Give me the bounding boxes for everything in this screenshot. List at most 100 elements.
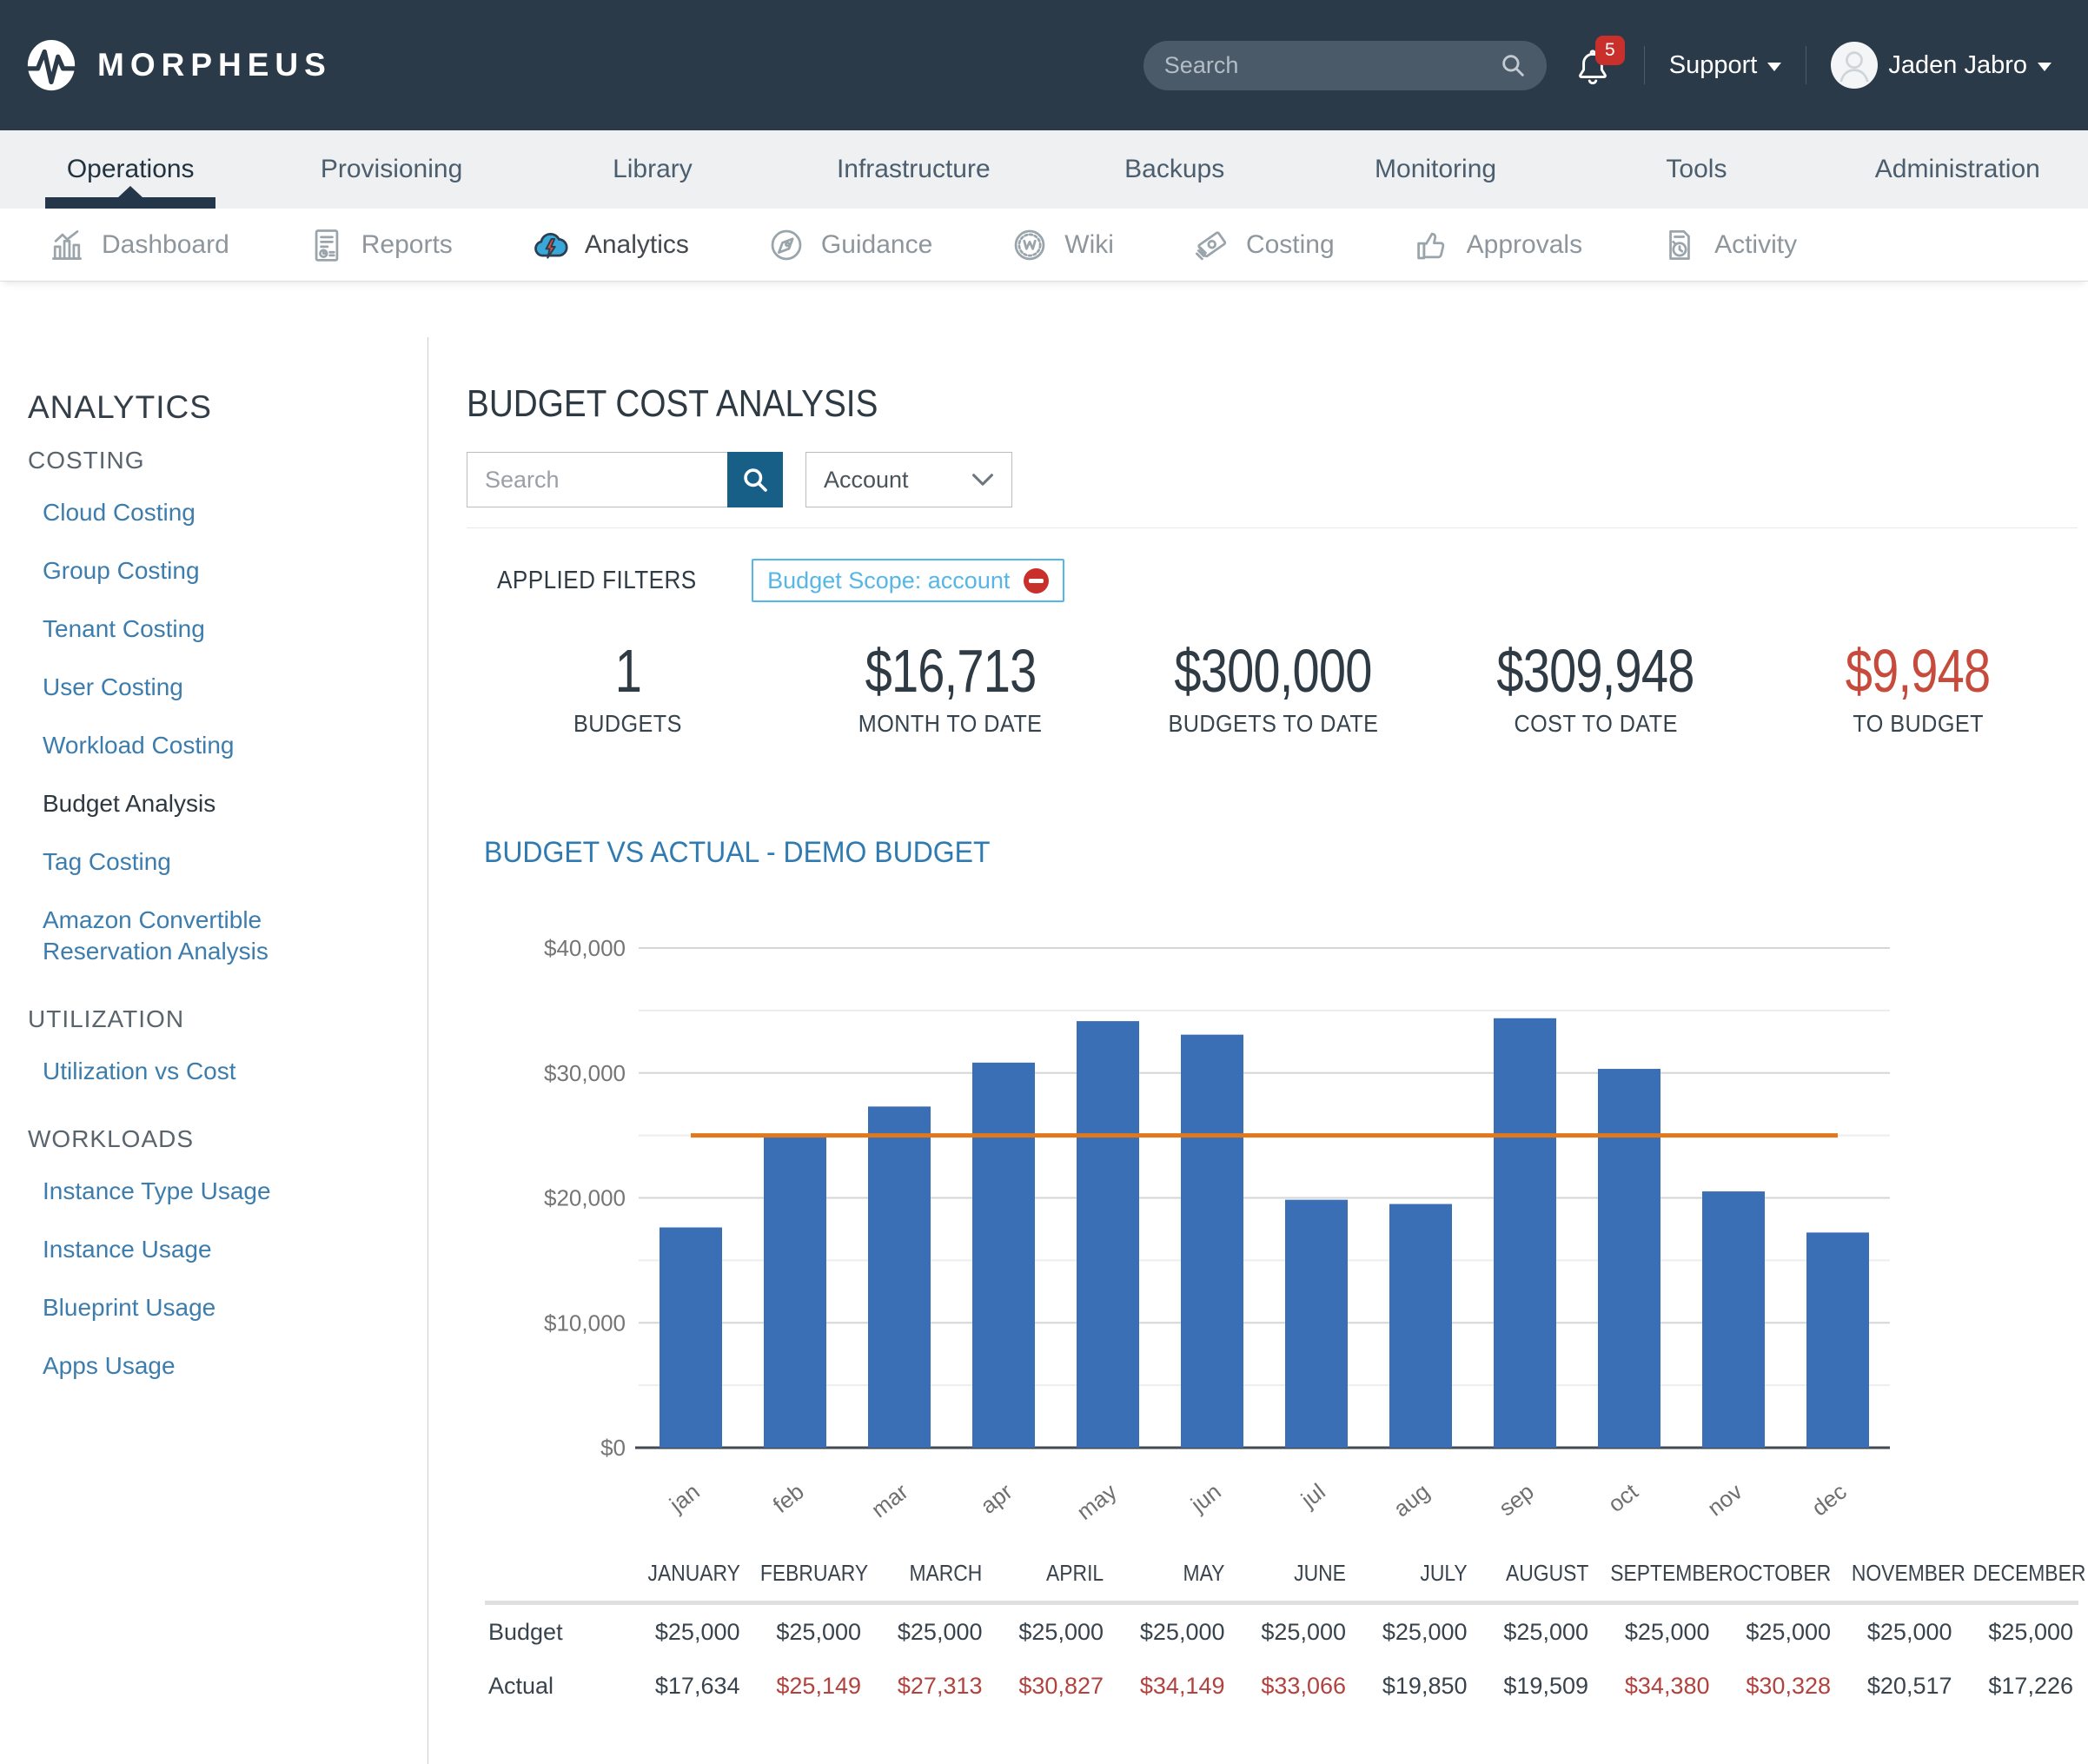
bar-may (1077, 1021, 1139, 1448)
table-row-budget: Budget$25,000$25,000$25,000$25,000$25,00… (485, 1603, 2078, 1660)
budget-search-input[interactable] (467, 452, 727, 507)
month-column-header: JULY (1351, 1550, 1473, 1603)
sidebar-item-tenant-costing[interactable]: Tenant Costing (43, 613, 386, 645)
table-cell: $19,850 (1351, 1659, 1473, 1713)
dashboard-icon (48, 226, 86, 264)
month-column-header: MAY (1109, 1550, 1230, 1603)
stat-label: BUDGETS TO DATE (1111, 710, 1434, 738)
global-search (1143, 41, 1547, 90)
search-icon[interactable] (1498, 50, 1528, 80)
table-row-actual: Actual$17,634$25,149$27,313$30,827$34,14… (485, 1659, 2078, 1713)
tab-library[interactable]: Library (522, 130, 783, 209)
stat-value: $16,713 (865, 639, 1036, 703)
table-cell: $25,000 (746, 1603, 867, 1660)
subnav-item-guidance[interactable]: Guidance (767, 226, 932, 264)
sidebar-item-apps-usage[interactable]: Apps Usage (43, 1350, 386, 1382)
month-column-header: JANUARY (624, 1550, 746, 1603)
subnav-item-analytics[interactable]: Analytics (531, 226, 689, 264)
sidebar-item-utilization-vs-cost[interactable]: Utilization vs Cost (43, 1056, 386, 1087)
applied-filters-row: APPLIED FILTERS Budget Scope: account (497, 558, 1064, 603)
sidebar: ANALYTICS COSTINGCloud CostingGroup Cost… (28, 389, 401, 1409)
subnav-item-costing[interactable]: Costing (1192, 226, 1335, 264)
bar-jul (1285, 1200, 1348, 1448)
month-column-header: AUGUST (1473, 1550, 1594, 1603)
user-menu[interactable]: Jaden Jabro (1831, 42, 2052, 89)
subnav-item-wiki[interactable]: Wiki (1011, 226, 1114, 264)
bar-nov (1702, 1191, 1765, 1448)
x-tick-label: jan (664, 1478, 705, 1518)
month-column-header: JUNE (1230, 1550, 1352, 1603)
stat-label: TO BUDGET (1757, 710, 2079, 738)
table-cell: $25,000 (1109, 1603, 1230, 1660)
tab-provisioning[interactable]: Provisioning (261, 130, 521, 209)
budget-search (467, 452, 783, 507)
sidebar-item-instance-type-usage[interactable]: Instance Type Usage (43, 1176, 386, 1207)
month-column-header: FEBRUARY (746, 1550, 867, 1603)
reports-icon (308, 226, 346, 264)
svg-text:$10,000: $10,000 (544, 1310, 626, 1336)
month-column-header: OCTOBER (1715, 1550, 1837, 1603)
scope-select[interactable]: Account (805, 452, 1012, 507)
x-tick-label: nov (1702, 1478, 1747, 1521)
tab-administration[interactable]: Administration (1827, 130, 2088, 209)
sidebar-item-amazon-convertible-reservation-analysis[interactable]: Amazon Convertible Reservation Analysis (43, 905, 386, 967)
subnav-item-approvals[interactable]: Approvals (1413, 226, 1582, 264)
bar-jun (1181, 1035, 1243, 1448)
table-cell: $34,380 (1594, 1659, 1715, 1713)
table-header-row: JANUARYFEBRUARYMARCHAPRILMAYJUNEJULYAUGU… (485, 1550, 2078, 1603)
svg-text:$30,000: $30,000 (544, 1060, 626, 1086)
global-search-input[interactable] (1163, 51, 1498, 80)
section-divider (467, 527, 2078, 528)
row-label: Budget (485, 1603, 624, 1660)
table-cell: $20,517 (1836, 1659, 1958, 1713)
table-cell: $25,000 (866, 1603, 988, 1660)
tab-operations[interactable]: Operations (0, 130, 261, 209)
table-cell: $25,000 (988, 1603, 1110, 1660)
sidebar-item-tag-costing[interactable]: Tag Costing (43, 846, 386, 878)
tab-monitoring[interactable]: Monitoring (1305, 130, 1566, 209)
x-tick-label: dec (1806, 1478, 1852, 1521)
x-tick-label: sep (1494, 1478, 1539, 1521)
bar-sep (1494, 1018, 1556, 1448)
sidebar-item-instance-usage[interactable]: Instance Usage (43, 1234, 386, 1265)
notification-badge: 5 (1595, 36, 1625, 65)
chevron-down-icon (2038, 63, 2052, 71)
subnav-item-reports[interactable]: Reports (308, 226, 453, 264)
person-icon (1831, 42, 1878, 89)
table-cell: $19,509 (1473, 1659, 1594, 1713)
page-title: BUDGET COST ANALYSIS (467, 382, 878, 426)
search-button[interactable] (727, 452, 783, 507)
bar-aug (1389, 1204, 1452, 1448)
month-column-header: APRIL (988, 1550, 1110, 1603)
sidebar-item-workload-costing[interactable]: Workload Costing (43, 730, 386, 761)
chart-title: BUDGET VS ACTUAL - DEMO BUDGET (484, 836, 990, 870)
remove-filter-icon[interactable] (1024, 568, 1049, 594)
chevron-down-icon (971, 473, 994, 487)
table-cell: $25,149 (746, 1659, 867, 1713)
x-tick-label: aug (1389, 1478, 1435, 1522)
tab-infrastructure[interactable]: Infrastructure (783, 130, 1044, 209)
table-cell: $30,827 (988, 1659, 1110, 1713)
sidebar-item-budget-analysis[interactable]: Budget Analysis (43, 788, 386, 819)
notifications-button[interactable]: 5 (1571, 39, 1620, 91)
sidebar-item-cloud-costing[interactable]: Cloud Costing (43, 497, 386, 528)
x-tick-label: jul (1296, 1478, 1330, 1513)
scope-select-value: Account (824, 467, 909, 494)
sidebar-sections: COSTINGCloud CostingGroup CostingTenant … (28, 447, 401, 1382)
brand[interactable]: MORPHEUS (24, 38, 332, 92)
tab-tools[interactable]: Tools (1566, 130, 1826, 209)
activity-icon (1660, 226, 1699, 264)
sidebar-item-group-costing[interactable]: Group Costing (43, 555, 386, 587)
subnav-item-dashboard[interactable]: Dashboard (48, 226, 229, 264)
filter-chip[interactable]: Budget Scope: account (752, 559, 1064, 602)
stat-month-to-date: $16,713MONTH TO DATE (789, 639, 1111, 738)
subnav-item-activity[interactable]: Activity (1660, 226, 1797, 264)
sidebar-item-blueprint-usage[interactable]: Blueprint Usage (43, 1292, 386, 1323)
budget-vs-actual-chart: $0$10,000$20,000$30,000$40,000janfebmara… (417, 869, 2085, 1547)
table-cell: $25,000 (1594, 1603, 1715, 1660)
tab-backups[interactable]: Backups (1044, 130, 1305, 209)
top-header: MORPHEUS 5 Support (0, 0, 2088, 130)
support-menu[interactable]: Support (1669, 51, 1782, 80)
month-column-header: DECEMBER (1958, 1550, 2079, 1603)
sidebar-item-user-costing[interactable]: User Costing (43, 672, 386, 703)
